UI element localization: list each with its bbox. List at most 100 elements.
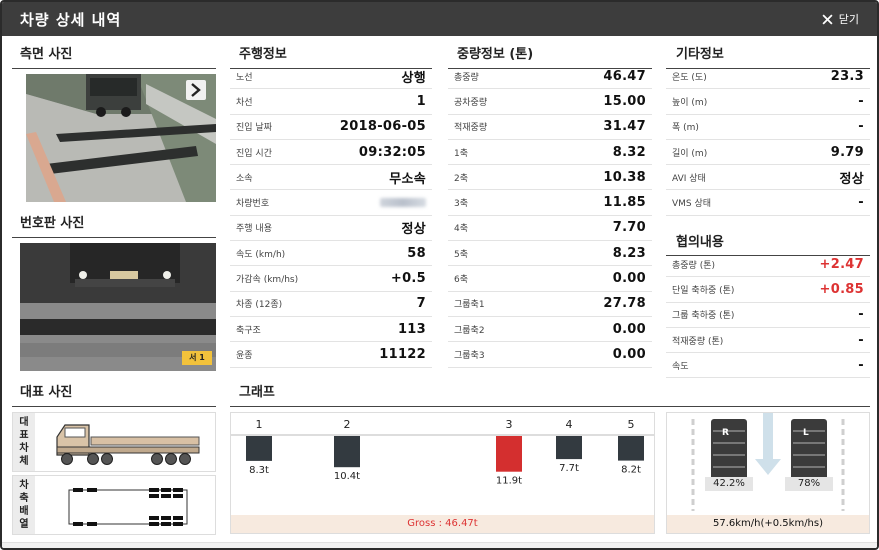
weight_info-value: 31.47 <box>603 119 646 135</box>
negotiation_info-label: 속도 <box>672 361 689 372</box>
vehicle-body-box: 대표차체 <box>12 412 216 472</box>
weight_info-row: 공차중량 15.00 <box>448 89 652 115</box>
weight_info-row: 적재중량 31.47 <box>448 115 652 140</box>
weight_info-row: 그룹축3 0.00 <box>448 342 652 368</box>
etc_info-row: 길이 (m) 9.79 <box>666 140 870 166</box>
driving_info-value: 1 <box>416 93 426 109</box>
weight_info-row: 그룹축1 27.78 <box>448 292 652 317</box>
etc_info-row: 온도 (도) 23.3 <box>666 64 870 90</box>
chart-bar <box>334 436 360 468</box>
chart-bar <box>556 436 582 460</box>
etc_info-label: 높이 (m) <box>672 97 708 108</box>
driving_info-row: 속도 (km/h) 58 <box>230 241 432 267</box>
close-button[interactable]: 닫기 <box>822 11 859 27</box>
speed-footer: 57.6km/h(+0.5km/hs) <box>667 515 869 533</box>
driving_info-value <box>380 198 426 208</box>
driving_info-row: 진입 날짜 2018-06-05 <box>230 115 432 140</box>
weight-info-table: 총중량 46.47 공차중량 15.00 적재중량 31.47 1축 8.32 2축 10.38 3… <box>448 64 652 368</box>
weight-info-title: 중량정보 (톤) <box>457 47 534 62</box>
axle-weight-chart-svg: 1 8.3t 2 10.4t 3 11.9t 4 7.7t 5 8.2t <box>231 418 654 487</box>
weight_info-value: 8.23 <box>612 245 646 261</box>
side-photo-title: 측면 사진 <box>20 47 73 62</box>
etc_info-label: 온도 (도) <box>672 72 707 83</box>
chart-category-label: 2 <box>344 418 351 431</box>
weight_info-row: 3축 11.85 <box>448 191 652 216</box>
weight_info-label: 3축 <box>454 199 469 210</box>
chart-category-label: 4 <box>566 418 573 431</box>
driving_info-label: 진입 날짜 <box>236 123 272 134</box>
driving_info-value: 상행 <box>401 70 426 86</box>
driving_info-value: 113 <box>397 321 426 337</box>
driving_info-row: 진입 시간 09:32:05 <box>230 140 432 166</box>
weight_info-label: 6축 <box>454 275 469 286</box>
chart-bar <box>246 436 272 461</box>
truck-icon <box>56 424 200 465</box>
weight_info-row: 총중량 46.47 <box>448 64 652 90</box>
weight_info-label: 5축 <box>454 249 469 260</box>
gross-weight-footer: Gross : 46.47t <box>231 515 654 533</box>
negotiation_info-label: 적재중량 (톤) <box>672 336 724 347</box>
etc-info-table: 온도 (도) 23.3 높이 (m) - 폭 (m) - 길이 (m) 9.79 AVI 상태 정… <box>666 64 870 216</box>
etc_info-row: 높이 (m) - <box>666 89 870 115</box>
weight_info-value: 15.00 <box>603 93 646 109</box>
etc-info-title: 기타정보 <box>676 47 724 62</box>
divider <box>230 406 870 407</box>
driving-info-table: 노선 상행차선 1 진입 날짜 2018-06-05 진입 시간 09:32:05 소속 무소속… <box>230 64 432 368</box>
etc_info-value: 23.3 <box>830 68 864 84</box>
negotiation_info-value: - <box>858 307 864 323</box>
axle-layout-box: 차축배열 <box>12 475 216 535</box>
driving_info-row: 소속 무소속 <box>230 165 432 191</box>
axle-layout-label: 차축배열 <box>13 476 35 534</box>
chart-bar <box>618 436 644 461</box>
negotiation_info-label: 그룹 축하중 (톤) <box>672 311 735 322</box>
title-bar: 차량 상세 내역 닫기 <box>2 2 877 36</box>
weight_info-label: 그룹축2 <box>454 325 485 336</box>
weight_info-label: 그룹축3 <box>454 350 485 361</box>
weight_info-value: 11.85 <box>603 195 646 211</box>
weight_info-value: 10.38 <box>603 169 646 185</box>
driving_info-row: 차량번호 <box>230 191 432 216</box>
driving_info-value: 2018-06-05 <box>339 119 426 135</box>
weight_info-value: 0.00 <box>612 321 646 337</box>
axle-layout-icon <box>68 488 188 526</box>
driving_info-row: 가감속 (km/hs) +0.5 <box>230 266 432 292</box>
axle-weight-chart: 1 8.3t 2 10.4t 3 11.9t 4 7.7t 5 8.2t Gross : 46.4… <box>230 412 655 534</box>
weight_info-label: 그룹축1 <box>454 300 485 311</box>
chart-value-label: 10.4t <box>334 471 360 482</box>
side-photo[interactable] <box>26 74 216 202</box>
close-icon <box>822 13 833 25</box>
driving_info-value: +0.5 <box>390 271 426 287</box>
weight_info-row: 2축 10.38 <box>448 165 652 191</box>
driving_info-label: 차선 <box>236 97 253 108</box>
tire-position-graphic <box>667 413 869 515</box>
driving_info-label: 축구조 <box>236 325 261 336</box>
driving_info-row: 노선 상행 <box>230 64 432 90</box>
window-title: 차량 상세 내역 <box>20 11 122 29</box>
driving_info-row: 주행 내용 정상 <box>230 216 432 242</box>
driving_info-label: 차량번호 <box>236 199 270 210</box>
tire-left-pct: 42.2% <box>713 478 745 489</box>
driving_info-label: 윤종 <box>236 350 253 361</box>
driving_info-label: 가감속 (km/hs) <box>236 275 299 286</box>
tire-left-label: R <box>722 428 729 438</box>
chart-value-label: 8.3t <box>249 465 269 476</box>
driving_info-value: 무소속 <box>389 171 426 187</box>
tire-right-label: L <box>803 428 809 438</box>
chart-value-label: 11.9t <box>496 476 522 487</box>
negotiation_info-value: +0.85 <box>819 281 864 297</box>
weight_info-row: 그룹축2 0.00 <box>448 317 652 343</box>
tire-position-panel: R L 42.2% 78% 57.6km/h(+0.5km/hs) <box>666 412 870 534</box>
weight_info-value: 0.00 <box>612 346 646 362</box>
negotiation_info-value: - <box>858 332 864 348</box>
negotiation-table: 총중량 (톤) +2.47 단일 축하중 (톤) +0.85 그룹 축하중 (톤) - 적재… <box>666 252 870 379</box>
negotiation_info-row: 속도 - <box>666 353 870 379</box>
etc_info-row: AVI 상태 정상 <box>666 165 870 191</box>
negotiation-title: 협의내용 <box>676 235 724 250</box>
negotiation_info-label: 총중량 (톤) <box>672 260 716 271</box>
weight_info-label: 적재중량 <box>454 123 488 134</box>
driving_info-row: 축구조 113 <box>230 317 432 343</box>
driving_info-value: 58 <box>407 245 426 261</box>
plate-photo-title: 번호판 사진 <box>20 216 85 231</box>
weight_info-value: 8.32 <box>612 144 646 160</box>
plate-photo[interactable]: 서 1 <box>20 243 216 371</box>
